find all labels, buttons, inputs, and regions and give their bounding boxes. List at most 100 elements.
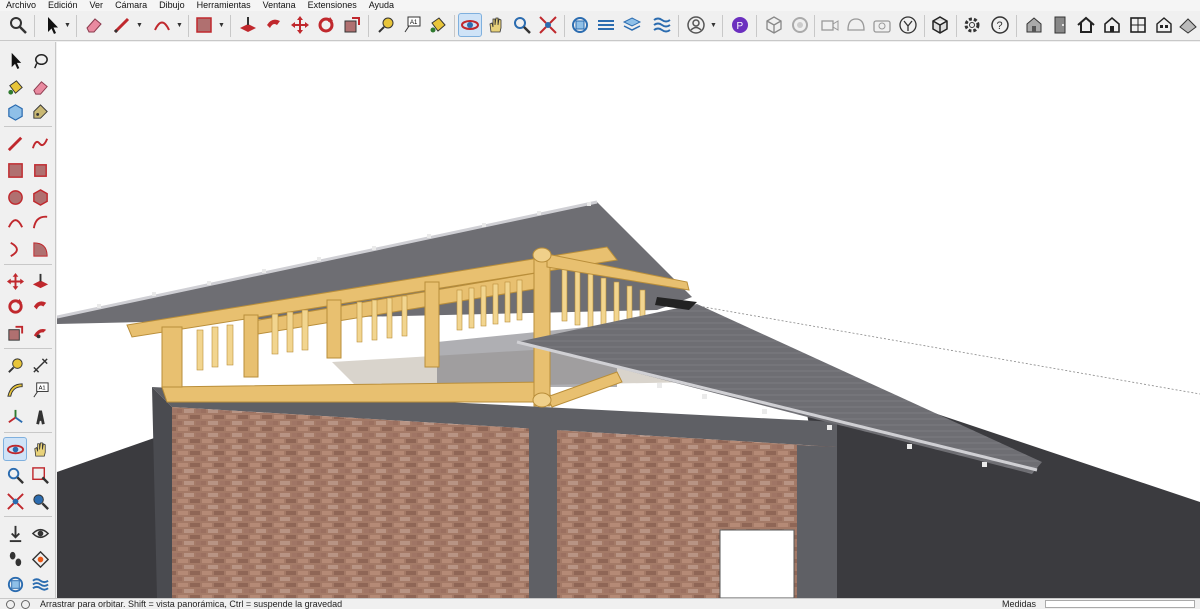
arc-icon[interactable] [150,13,174,37]
pie-icon[interactable] [28,237,52,261]
three-point-arc-icon[interactable] [3,237,27,261]
door-icon[interactable] [1048,13,1072,37]
walk-icon[interactable] [3,547,27,571]
tag-icon[interactable] [28,100,52,124]
zoom-icon[interactable] [3,463,27,487]
shape-dropdown-icon[interactable]: ▼ [218,21,225,29]
menu-camara[interactable]: Cámara [115,0,147,11]
scene-icon[interactable] [1176,13,1200,37]
model-viewport[interactable] [57,42,1200,598]
house-icon[interactable] [1022,13,1046,37]
push-pull-icon[interactable] [236,13,260,37]
scale-icon[interactable] [3,321,27,345]
menu-ayuda[interactable]: Ayuda [369,0,394,11]
trimble-icon[interactable] [896,13,920,37]
eraser-icon[interactable] [28,75,52,99]
rotate-icon[interactable] [3,294,27,318]
arc-dropdown-icon[interactable]: ▼ [176,21,183,29]
sandbox-icon[interactable] [3,572,27,596]
rotated-rectangle-icon[interactable] [28,158,52,182]
back-view-icon[interactable] [1152,13,1176,37]
tape-measure-icon[interactable] [374,13,398,37]
menu-extensiones[interactable]: Extensiones [308,0,357,11]
credits-icon[interactable] [21,599,30,609]
paint-bucket-icon[interactable] [3,75,27,99]
tape-measure-icon[interactable] [3,353,27,377]
layers-icon[interactable] [620,13,644,37]
styles-icon[interactable] [594,13,618,37]
camera-icon[interactable] [870,13,894,37]
zoom-window-icon[interactable] [536,13,560,37]
home-icon[interactable] [1074,13,1098,37]
text-icon[interactable]: A1 [400,13,424,37]
move-icon[interactable] [288,13,312,37]
video-icon[interactable] [818,13,842,37]
zoom-window-icon[interactable] [28,463,52,487]
account-dropdown-icon[interactable]: ▼ [710,21,717,29]
rectangle-icon[interactable] [192,13,216,37]
freehand-icon[interactable] [28,131,52,155]
axes-icon[interactable] [3,405,27,429]
dome-icon[interactable] [844,13,868,37]
3d-text-icon[interactable] [28,405,52,429]
section-plane-icon[interactable] [28,547,52,571]
polygon-icon[interactable] [28,185,52,209]
orbit-icon[interactable] [3,437,27,461]
rectangle-icon[interactable] [3,158,27,182]
follow-me-icon[interactable] [28,294,52,318]
make-component-icon[interactable] [3,100,27,124]
eraser-icon[interactable] [82,13,106,37]
sandbox-icon[interactable] [650,13,674,37]
menu-edicion[interactable]: Edición [48,0,78,11]
select-dropdown-icon[interactable]: ▼ [64,21,71,29]
zoom-icon[interactable] [510,13,534,37]
follow-me-icon[interactable] [262,13,286,37]
zoom-extents-icon[interactable] [6,13,30,37]
geo-location-icon[interactable] [6,599,15,609]
lasso-select-icon[interactable] [28,48,52,72]
profile-icon[interactable]: P [728,13,752,37]
scale-icon[interactable] [340,13,364,37]
menu-dibujo[interactable]: Dibujo [159,0,185,11]
components-icon[interactable] [568,13,592,37]
position-camera-icon[interactable] [3,521,27,545]
box-icon[interactable] [928,13,952,37]
line-icon[interactable] [3,131,27,155]
push-pull-icon[interactable] [28,269,52,293]
menu-herramientas[interactable]: Herramientas [197,0,251,11]
circle-icon[interactable] [3,185,27,209]
front-view-icon[interactable] [1100,13,1124,37]
left-toolbar: A1 [0,42,56,598]
measurements-input[interactable] [1045,600,1195,608]
pan-icon[interactable] [28,437,52,461]
settings-icon[interactable] [960,13,984,37]
extension-icon[interactable] [788,13,812,37]
two-point-arc-icon[interactable] [28,210,52,234]
measurements-label: Medidas [1002,599,1037,609]
protractor-icon[interactable] [3,378,27,402]
menu-ventana[interactable]: Ventana [263,0,296,11]
arc-icon[interactable] [3,210,27,234]
pencil-icon[interactable] [110,13,134,37]
orbit-icon[interactable] [458,13,482,37]
help-icon[interactable]: ? [988,13,1012,37]
select-icon[interactable] [3,48,27,72]
account-icon[interactable] [684,13,708,37]
rotate-icon[interactable] [314,13,338,37]
look-around-icon[interactable] [28,521,52,545]
warehouse-icon[interactable] [762,13,786,37]
pan-icon[interactable] [484,13,508,37]
menu-ver[interactable]: Ver [90,0,104,11]
text-icon[interactable]: A1 [28,378,52,402]
pencil-dropdown-icon[interactable]: ▼ [136,21,143,29]
paint-bucket-icon[interactable] [426,13,450,37]
styles-icon[interactable] [28,572,52,596]
select-icon[interactable] [40,13,64,37]
previous-view-icon[interactable] [28,489,52,513]
window-icon[interactable] [1126,13,1150,37]
zoom-extents-icon[interactable] [3,489,27,513]
menu-archivo[interactable]: Archivo [6,0,36,11]
offset-icon[interactable] [28,321,52,345]
dimension-icon[interactable] [28,353,52,377]
move-icon[interactable] [3,269,27,293]
